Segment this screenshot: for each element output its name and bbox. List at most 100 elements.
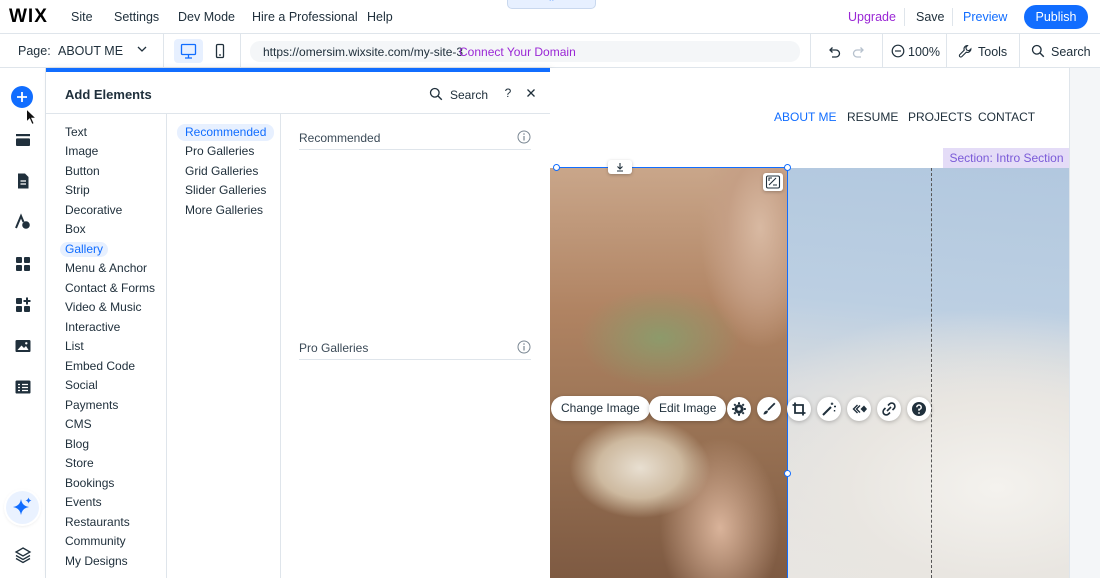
category-community[interactable]: Community <box>65 534 126 549</box>
menu-dev-mode[interactable]: Dev Mode <box>178 10 235 24</box>
connect-domain-link[interactable]: Connect Your Domain <box>459 45 576 59</box>
menu-help[interactable]: Help <box>367 10 393 24</box>
edit-image-corner-icon <box>765 175 781 189</box>
category-gallery[interactable]: Gallery <box>60 242 109 257</box>
category-interactive[interactable]: Interactive <box>65 320 120 335</box>
search-icon[interactable] <box>429 87 443 101</box>
category-store[interactable]: Store <box>65 456 94 471</box>
save-button[interactable]: Save <box>916 10 945 24</box>
sections-icon[interactable] <box>13 130 33 150</box>
resize-handle[interactable] <box>784 164 791 171</box>
chevron-down-icon[interactable] <box>136 43 148 55</box>
collapse-toolbar-tab[interactable]: ⌃ <box>507 0 596 9</box>
category-button[interactable]: Button <box>65 164 100 179</box>
upgrade-link[interactable]: Upgrade <box>848 10 896 24</box>
dune-photo[interactable] <box>787 168 1070 578</box>
category-blog[interactable]: Blog <box>65 437 89 452</box>
zoom-level[interactable]: 100% <box>908 45 940 59</box>
category-payments[interactable]: Payments <box>65 398 118 413</box>
category-events[interactable]: Events <box>65 495 102 510</box>
desktop-view-button[interactable] <box>174 39 203 63</box>
coffee-photo[interactable] <box>550 168 787 578</box>
help-button[interactable] <box>907 397 931 421</box>
enhance-button[interactable] <box>817 397 841 421</box>
divider <box>1019 34 1020 68</box>
panel-search-button[interactable]: Search <box>450 88 488 102</box>
section-label[interactable]: Section: Intro Section <box>943 148 1070 168</box>
category-bookings[interactable]: Bookings <box>65 476 114 491</box>
site-nav-contact[interactable]: CONTACT <box>978 110 1035 124</box>
section-title-recommended: Recommended <box>299 131 381 145</box>
publish-button[interactable]: Publish <box>1024 5 1088 29</box>
category-image[interactable]: Image <box>65 144 98 159</box>
app-market-icon[interactable] <box>13 295 33 315</box>
undo-icon[interactable] <box>826 44 842 60</box>
subcategory-pro-galleries[interactable]: Pro Galleries <box>185 144 254 159</box>
change-image-button[interactable]: Change Image <box>551 396 650 421</box>
mobile-view-button[interactable] <box>210 39 230 63</box>
category-social[interactable]: Social <box>65 378 98 393</box>
apps-grid-icon[interactable] <box>13 254 33 274</box>
ai-assistant-button[interactable] <box>6 491 39 524</box>
help-button[interactable]: ? <box>501 86 515 100</box>
category-my-designs[interactable]: My Designs <box>65 554 128 569</box>
site-url[interactable]: https://omersim.wixsite.com/my-site-3 <box>263 45 463 59</box>
close-icon[interactable] <box>524 86 538 100</box>
link-icon <box>882 402 896 416</box>
redo-icon[interactable] <box>851 44 867 60</box>
link-button[interactable] <box>877 397 901 421</box>
site-nav-projects[interactable]: PROJECTS <box>908 110 972 124</box>
editor-canvas[interactable]: ABOUT ME RESUME PROJECTS CONTACT Section… <box>550 68 1070 578</box>
image-action-button[interactable] <box>763 173 783 191</box>
cms-icon[interactable] <box>13 377 33 397</box>
wrench-icon[interactable] <box>958 44 973 59</box>
category-list[interactable]: List <box>65 339 84 354</box>
pages-icon[interactable] <box>13 171 33 191</box>
design-icon[interactable] <box>13 212 33 232</box>
add-elements-panel: Add Elements Search ? Text Image Button … <box>46 68 550 578</box>
category-video-music[interactable]: Video & Music <box>65 300 141 315</box>
search-icon[interactable] <box>1031 44 1045 58</box>
category-contact-forms[interactable]: Contact & Forms <box>65 281 155 296</box>
info-icon[interactable] <box>517 130 531 144</box>
category-box[interactable]: Box <box>65 222 86 237</box>
resize-handle[interactable] <box>784 470 791 477</box>
preview-button[interactable]: Preview <box>963 10 1007 24</box>
settings-button[interactable] <box>727 397 751 421</box>
animation-button[interactable] <box>847 397 871 421</box>
site-nav-resume[interactable]: RESUME <box>847 110 898 124</box>
page-selector[interactable]: ABOUT ME <box>58 44 123 58</box>
gear-icon <box>732 402 746 416</box>
category-cms[interactable]: CMS <box>65 417 92 432</box>
menu-hire-professional[interactable]: Hire a Professional <box>252 10 358 24</box>
stretch-handle[interactable] <box>608 160 632 174</box>
category-strip[interactable]: Strip <box>65 183 90 198</box>
media-icon[interactable] <box>13 336 33 356</box>
subcategory-more-galleries[interactable]: More Galleries <box>185 203 263 218</box>
selection-border <box>787 167 788 578</box>
category-embed-code[interactable]: Embed Code <box>65 359 135 374</box>
add-elements-button[interactable] <box>11 86 33 108</box>
wix-logo[interactable]: WIX <box>9 6 48 28</box>
category-text[interactable]: Text <box>65 125 87 140</box>
tools-button[interactable]: Tools <box>978 45 1007 59</box>
subcategory-slider-galleries[interactable]: Slider Galleries <box>185 183 266 198</box>
info-icon[interactable] <box>517 340 531 354</box>
subcategory-recommended[interactable]: Recommended <box>177 124 275 141</box>
mouse-cursor-icon <box>26 108 38 126</box>
category-decorative[interactable]: Decorative <box>65 203 122 218</box>
menu-site[interactable]: Site <box>71 10 93 24</box>
subcategory-grid-galleries[interactable]: Grid Galleries <box>185 164 258 179</box>
layers-icon[interactable] <box>13 545 33 565</box>
design-button[interactable] <box>757 397 781 421</box>
edit-image-button[interactable]: Edit Image <box>649 396 727 421</box>
crop-button[interactable] <box>787 397 811 421</box>
site-nav-about-me[interactable]: ABOUT ME <box>774 110 836 124</box>
page-label: Page: <box>18 44 51 58</box>
category-menu-anchor[interactable]: Menu & Anchor <box>65 261 147 276</box>
menu-settings[interactable]: Settings <box>114 10 159 24</box>
resize-handle[interactable] <box>553 164 560 171</box>
zoom-out-icon[interactable] <box>891 44 905 58</box>
category-restaurants[interactable]: Restaurants <box>65 515 130 530</box>
search-button[interactable]: Search <box>1051 45 1091 59</box>
